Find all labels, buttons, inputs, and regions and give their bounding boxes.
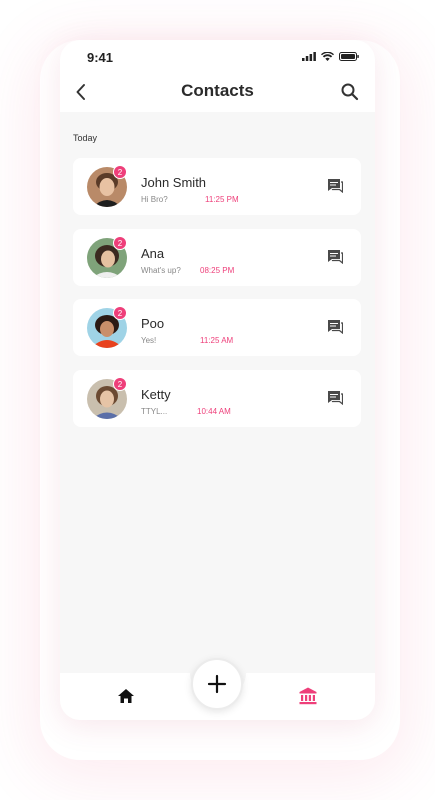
bank-icon [299,687,317,705]
contact-name: Ketty [141,387,171,402]
chat-bubble-icon [328,250,344,265]
wifi-icon [321,52,334,61]
phone-frame: 9:41 Contacts Today 2 John Smith Hi Bro?… [60,40,375,720]
battery-icon [339,52,359,61]
message-preview: TTYL... [141,407,168,416]
status-time: 9:41 [87,50,114,65]
signal-icon [302,52,316,61]
message-preview: Hi Bro? [141,195,168,204]
top-bar: 9:41 Contacts [60,40,375,112]
unread-badge: 2 [113,236,127,250]
message-button[interactable] [327,390,344,406]
contact-card[interactable]: 2 Ana What's up? 08:25 PM [73,229,361,286]
chat-bubble-icon [328,320,344,335]
message-time: 10:44 AM [197,407,231,416]
plus-icon [207,674,227,694]
add-button[interactable] [191,658,243,710]
contact-name: Ana [141,246,165,261]
message-preview: What's up? [141,266,181,275]
status-icons [302,52,359,61]
message-time: 08:25 PM [200,266,235,275]
home-icon [118,689,134,703]
contact-card[interactable]: 2 John Smith Hi Bro? 11:25 PM [73,158,361,215]
message-preview: Yes! [141,336,157,345]
nav-home-button[interactable] [117,687,135,705]
chat-bubble-icon [328,179,344,194]
section-label-today: Today [73,133,98,143]
search-button[interactable] [339,81,361,103]
contact-name: Poo [141,316,165,331]
message-button[interactable] [327,249,344,265]
unread-badge: 2 [113,165,127,179]
unread-badge: 2 [113,377,127,391]
contact-card[interactable]: 2 Poo Yes! 11:25 AM [73,299,361,356]
contact-name: John Smith [141,175,207,190]
nav-bank-button[interactable] [298,686,318,706]
message-time: 11:25 PM [205,195,239,204]
message-time: 11:25 AM [200,336,234,345]
chat-bubble-icon [328,391,344,406]
page-title: Contacts [181,81,254,100]
unread-badge: 2 [113,306,127,320]
message-button[interactable] [327,178,344,194]
search-icon [341,83,359,101]
message-button[interactable] [327,319,344,335]
contact-card[interactable]: 2 Ketty TTYL... 10:44 AM [73,370,361,427]
